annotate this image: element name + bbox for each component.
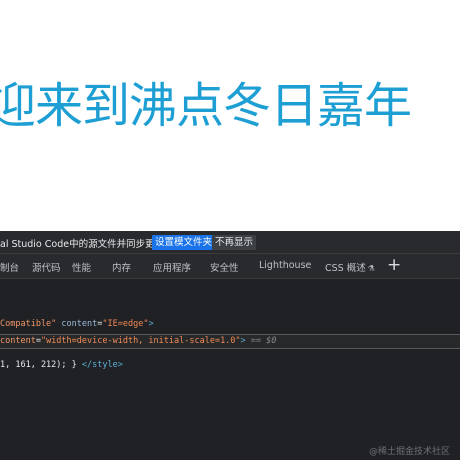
watermark: @稀土掘金技术社区	[369, 447, 451, 457]
tab-css-overview-label: CSS 概述	[325, 263, 366, 274]
code-line-style-close[interactable]: 1, 161, 212); } </style>	[0, 360, 123, 370]
tab-lighthouse[interactable]: Lighthouse	[259, 260, 311, 271]
tab-css-overview[interactable]: CSS 概述 ⚗	[325, 260, 375, 274]
devtools-tabbar: 制台 源代码 性能 内存 应用程序 安全性 Lighthouse CSS 概述 ⚗…	[0, 254, 460, 279]
dont-show-again-button[interactable]: 不再显示	[212, 235, 257, 250]
flask-icon: ⚗	[367, 264, 375, 273]
code-line-meta-viewport[interactable]: content="width=device-width, initial-sca…	[0, 336, 276, 346]
infobar-message: al Studio Code中的源文件并同步更改。	[0, 239, 174, 250]
code-line-meta-compatible[interactable]: Compatible" content="IE=edge">	[0, 319, 154, 329]
elements-tree: Compatible" content="IE=edge"> content="…	[0, 279, 460, 460]
tab-security[interactable]: 安全性	[210, 260, 239, 274]
page-viewport: 迎来到沸点冬日嘉年	[0, 0, 460, 231]
devtools-panel: al Studio Code中的源文件并同步更改。 设置模文件夹 不再显示 制台…	[0, 231, 460, 460]
tab-sources[interactable]: 源代码	[32, 260, 61, 274]
select-folder-button[interactable]: 设置模文件夹	[152, 235, 216, 250]
devtools-infobar: al Studio Code中的源文件并同步更改。 设置模文件夹 不再显示	[0, 231, 460, 254]
tab-performance[interactable]: 性能	[72, 260, 91, 274]
tab-memory[interactable]: 内存	[112, 260, 131, 274]
tab-application[interactable]: 应用程序	[153, 260, 191, 274]
plus-icon[interactable]: +	[387, 255, 401, 275]
tab-console[interactable]: 制台	[0, 260, 19, 274]
page-heading: 迎来到沸点冬日嘉年	[0, 78, 412, 134]
